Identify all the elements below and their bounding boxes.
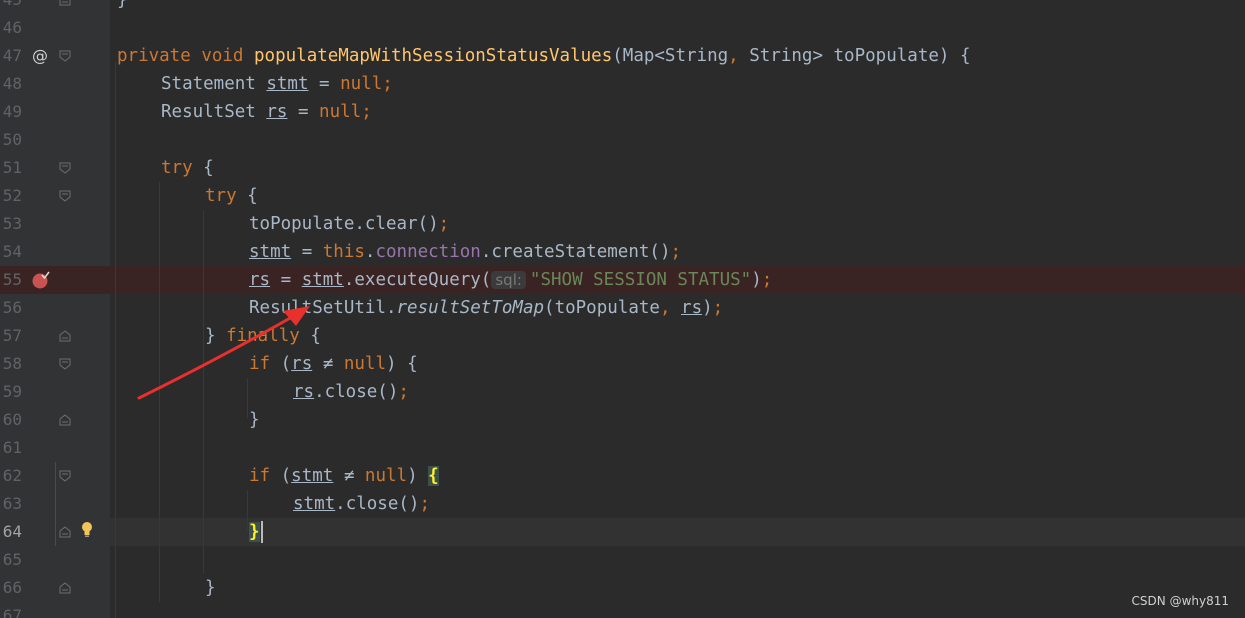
indent-guide xyxy=(159,182,160,602)
line-number: 54 xyxy=(2,242,22,261)
code-line-64[interactable]: } xyxy=(249,518,263,546)
breakpoint-icon[interactable] xyxy=(31,271,51,289)
fold-start-icon[interactable] xyxy=(59,190,71,202)
fold-start-icon[interactable] xyxy=(59,50,71,62)
line-number: 56 xyxy=(2,298,22,317)
code-line-60[interactable]: } xyxy=(249,406,260,434)
code-line-48[interactable]: Statement stmt = null; xyxy=(161,70,393,98)
line-number: 59 xyxy=(2,382,22,401)
fold-end-icon[interactable] xyxy=(59,330,71,342)
line-number: 58 xyxy=(2,354,22,373)
line-number: 50 xyxy=(2,130,22,149)
method-name: populateMapWithSessionStatusValues xyxy=(254,46,613,66)
matched-brace: { xyxy=(428,466,439,486)
line-number: 63 xyxy=(2,494,22,513)
code-line-51[interactable]: try { xyxy=(161,154,214,182)
current-line-highlight xyxy=(110,518,1245,546)
line-number: 46 xyxy=(2,18,22,37)
line-number: 62 xyxy=(2,466,22,485)
code-line-54[interactable]: stmt = this.connection.createStatement()… xyxy=(249,238,681,266)
indent-guide xyxy=(247,490,248,530)
line-number: 49 xyxy=(2,102,22,121)
indent-guide xyxy=(247,378,248,418)
fold-end-icon[interactable] xyxy=(59,526,71,538)
code-line-62[interactable]: if (stmt ≠ null) { xyxy=(249,462,439,490)
code-line-52[interactable]: try { xyxy=(205,182,258,210)
fold-end-icon[interactable] xyxy=(59,0,71,6)
line-number: 57 xyxy=(2,326,22,345)
parameter-hint: sql: xyxy=(491,271,526,289)
fold-start-icon[interactable] xyxy=(59,470,71,482)
line-number: 53 xyxy=(2,214,22,233)
line-number: 47 xyxy=(2,46,22,65)
line-number: 65 xyxy=(2,550,22,569)
matched-brace: } xyxy=(249,522,260,542)
line-number: 45 xyxy=(0,0,22,14)
fold-start-icon[interactable] xyxy=(59,162,71,174)
line-number-current: 64 xyxy=(2,522,22,541)
code-line-47[interactable]: private void populateMapWithSessionStatu… xyxy=(117,42,971,70)
code-line-58[interactable]: if (rs ≠ null) { xyxy=(249,350,418,378)
indent-guide xyxy=(115,62,116,618)
line-number: 52 xyxy=(2,186,22,205)
code-editor[interactable]: 45 46 47 48 49 50 51 52 53 54 55 56 57 5… xyxy=(0,0,1245,618)
code-line-55[interactable]: rs = stmt.executeQuery(sql: "SHOW SESSION… xyxy=(249,266,772,294)
gutter-change-marker xyxy=(55,462,56,546)
line-number: 67 xyxy=(2,606,22,618)
line-number: 51 xyxy=(2,158,22,177)
code-line-57[interactable]: } finally { xyxy=(205,322,321,350)
line-number: 55 xyxy=(2,270,22,289)
line-number: 66 xyxy=(2,578,22,597)
fold-end-icon[interactable] xyxy=(59,414,71,426)
text-caret xyxy=(260,521,263,543)
watermark: CSDN @why811 xyxy=(1131,594,1229,608)
lightbulb-icon[interactable] xyxy=(80,520,94,540)
override-marker-icon[interactable]: @ xyxy=(32,42,48,70)
code-line-66[interactable]: } xyxy=(205,574,216,602)
indent-guide xyxy=(203,210,204,574)
code-line-63[interactable]: stmt.close(); xyxy=(293,490,430,518)
fold-end-icon[interactable] xyxy=(59,582,71,594)
code-line-45[interactable]: } xyxy=(117,0,128,14)
code-line-53[interactable]: toPopulate.clear(); xyxy=(249,210,449,238)
fold-start-icon[interactable] xyxy=(59,358,71,370)
code-line-59[interactable]: rs.close(); xyxy=(293,378,409,406)
code-line-56[interactable]: ResultSetUtil.resultSetToMap(toPopulate,… xyxy=(249,294,723,322)
line-number: 61 xyxy=(2,438,22,457)
code-line-49[interactable]: ResultSet rs = null; xyxy=(161,98,372,126)
line-number: 48 xyxy=(2,74,22,93)
line-number: 60 xyxy=(2,410,22,429)
